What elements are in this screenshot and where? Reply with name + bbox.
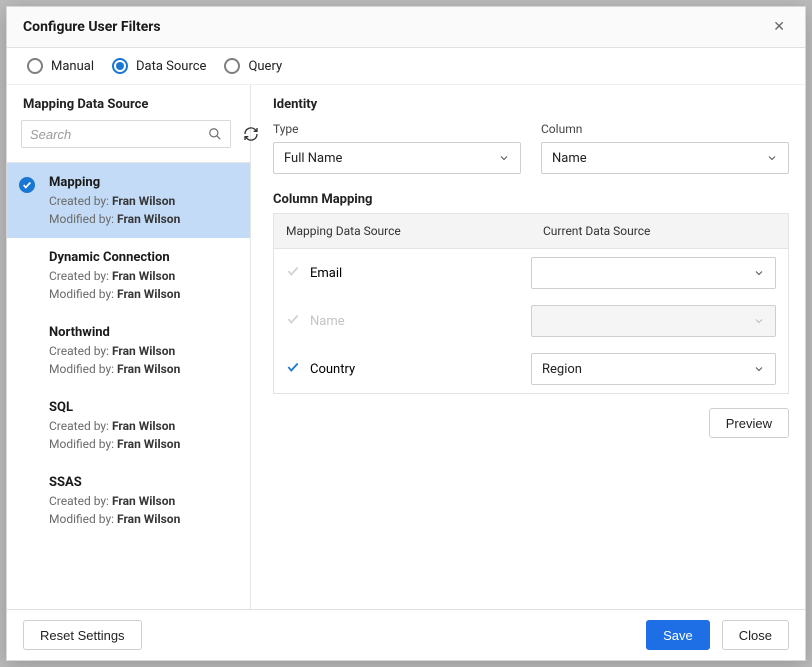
preview-button[interactable]: Preview xyxy=(709,408,789,438)
radio-icon xyxy=(112,58,128,74)
data-source-list: Mapping Created by: Fran Wilson Modified… xyxy=(7,163,250,538)
chevron-down-icon xyxy=(766,152,778,164)
dialog-footer: Reset Settings Save Close xyxy=(7,609,805,660)
radio-icon xyxy=(224,58,240,74)
identity-column-select[interactable]: Name xyxy=(541,142,789,174)
mapping-value-select xyxy=(531,305,776,337)
data-source-created: Created by: Fran Wilson xyxy=(49,269,238,283)
data-source-name: Dynamic Connection xyxy=(49,250,238,265)
data-source-created: Created by: Fran Wilson xyxy=(49,494,238,508)
close-icon[interactable]: ✕ xyxy=(769,17,789,37)
mapping-field-label: Email xyxy=(310,266,342,281)
identity-type-label: Type xyxy=(273,122,521,136)
left-panel: Mapping Data Source Mapping xyxy=(7,85,251,609)
mapping-field-label: Name xyxy=(310,314,345,329)
radio-query-label: Query xyxy=(248,59,282,74)
data-source-modified: Modified by: Fran Wilson xyxy=(49,512,238,526)
search-icon xyxy=(208,127,222,141)
radio-query[interactable]: Query xyxy=(224,58,282,74)
radio-manual-label: Manual xyxy=(51,59,94,74)
data-source-modified: Modified by: Fran Wilson xyxy=(49,287,238,301)
check-icon[interactable] xyxy=(286,264,300,282)
radio-data-source-label: Data Source xyxy=(136,59,206,74)
mapping-value-select[interactable]: Region xyxy=(531,353,776,385)
check-icon xyxy=(286,312,300,330)
radio-data-source[interactable]: Data Source xyxy=(112,58,206,74)
mapping-source-title: Mapping Data Source xyxy=(7,97,250,120)
data-source-item[interactable]: Dynamic Connection Created by: Fran Wils… xyxy=(7,238,250,313)
reset-button[interactable]: Reset Settings xyxy=(23,620,142,650)
search-input[interactable] xyxy=(30,127,208,142)
data-source-item[interactable]: Mapping Created by: Fran Wilson Modified… xyxy=(7,163,250,238)
save-button[interactable]: Save xyxy=(646,620,710,650)
chevron-down-icon xyxy=(753,315,765,327)
dialog: Configure User Filters ✕ Manual Data Sou… xyxy=(6,6,806,661)
chevron-down-icon xyxy=(753,363,765,375)
check-icon xyxy=(19,177,35,193)
mapping-value-select[interactable] xyxy=(531,257,776,289)
data-source-name: Mapping xyxy=(49,175,238,190)
search-input-wrapper[interactable] xyxy=(21,120,231,148)
column-mapping-title: Column Mapping xyxy=(273,192,789,207)
data-source-modified: Modified by: Fran Wilson xyxy=(49,362,238,376)
data-source-item[interactable]: Northwind Created by: Fran Wilson Modifi… xyxy=(7,313,250,388)
data-source-name: SQL xyxy=(49,400,238,415)
identity-type-value: Full Name xyxy=(284,151,342,166)
mapping-field-label: Country xyxy=(310,362,355,377)
data-source-created: Created by: Fran Wilson xyxy=(49,194,238,208)
right-panel: Identity Type Full Name Column Name xyxy=(251,85,805,609)
data-source-name: SSAS xyxy=(49,475,238,490)
data-source-name: Northwind xyxy=(49,325,238,340)
data-source-item[interactable]: SSAS Created by: Fran Wilson Modified by… xyxy=(7,463,250,538)
radio-manual[interactable]: Manual xyxy=(27,58,94,74)
identity-column-value: Name xyxy=(552,151,587,166)
close-button[interactable]: Close xyxy=(722,620,789,650)
check-icon[interactable] xyxy=(286,360,300,378)
dialog-title: Configure User Filters xyxy=(23,19,161,35)
column-mapping-grid: Mapping Data Source Current Data Source … xyxy=(273,213,789,394)
column-mapping-row: Email xyxy=(274,249,788,297)
source-type-row: Manual Data Source Query xyxy=(7,48,805,85)
data-source-modified: Modified by: Fran Wilson xyxy=(49,437,238,451)
colhead-right: Current Data Source xyxy=(531,214,788,248)
column-mapping-row: Name xyxy=(274,297,788,345)
dialog-header: Configure User Filters ✕ xyxy=(7,7,805,48)
chevron-down-icon xyxy=(498,152,510,164)
data-source-created: Created by: Fran Wilson xyxy=(49,344,238,358)
radio-icon xyxy=(27,58,43,74)
identity-title: Identity xyxy=(273,97,789,112)
identity-type-select[interactable]: Full Name xyxy=(273,142,521,174)
chevron-down-icon xyxy=(753,267,765,279)
column-mapping-header: Mapping Data Source Current Data Source xyxy=(274,214,788,249)
data-source-modified: Modified by: Fran Wilson xyxy=(49,212,238,226)
mapping-value: Region xyxy=(542,362,582,377)
identity-column-label: Column xyxy=(541,122,789,136)
data-source-item[interactable]: SQL Created by: Fran Wilson Modified by:… xyxy=(7,388,250,463)
colhead-left: Mapping Data Source xyxy=(274,214,531,248)
column-mapping-row: Country Region xyxy=(274,345,788,393)
data-source-created: Created by: Fran Wilson xyxy=(49,419,238,433)
